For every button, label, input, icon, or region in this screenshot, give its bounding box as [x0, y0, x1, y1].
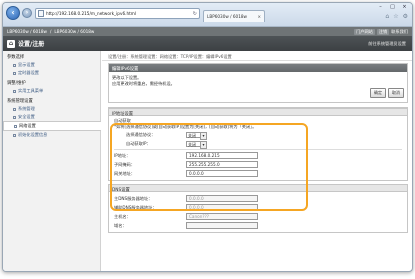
gear-icon[interactable]: ⚙: [403, 13, 408, 20]
browser-tab[interactable]: LBP6030w / 6018w ×: [203, 10, 265, 22]
sidebar-item-utility[interactable]: 实用工具菜单: [3, 87, 100, 95]
ip-settings-label: IP地址设置: [109, 108, 407, 117]
sidebar-item-init[interactable]: 初始化设置信息: [3, 131, 100, 139]
minimize-icon[interactable]: –: [375, 4, 386, 11]
bullet-icon: [14, 124, 17, 128]
logout-link[interactable]: 注销: [376, 28, 390, 35]
instruction-text-2: 应用更改时将重启，需经待机设。: [112, 81, 175, 86]
sidebar-item-display[interactable]: 显示设置: [3, 61, 100, 69]
star-icon[interactable]: ☆: [393, 13, 398, 20]
close-tab-icon[interactable]: ×: [257, 14, 261, 19]
sidebar-item-system[interactable]: 系统管理: [3, 105, 100, 113]
sidebar-item-network[interactable]: 网络设置: [3, 121, 101, 131]
browser-window: ‹ › http://192.168.0.215/m_network_ipv6.…: [2, 2, 413, 272]
domain-input[interactable]: [186, 222, 258, 229]
domain-label: 域名：: [114, 222, 127, 228]
admin-settings-link[interactable]: 前往系统管理员设置: [368, 41, 406, 47]
sidebar-section: 参数选择: [7, 55, 25, 60]
page-title: 设置/注册: [18, 41, 45, 48]
url-text: http://192.168.0.215/m_network_ipv6.html: [46, 11, 136, 16]
browser-toolbar: ‹ › http://192.168.0.215/m_network_ipv6.…: [3, 3, 412, 27]
model-name-2: LBP6030w / 6018w: [54, 29, 95, 34]
host-label: 主机名：: [114, 213, 131, 219]
address-bar[interactable]: http://192.168.0.215/m_network_ipv6.html…: [35, 8, 200, 19]
close-window-icon[interactable]: ×: [399, 4, 410, 11]
edit-panel: 编辑IPv6设置 更改以下设置。 应用更改时将重启，需经待机设。 确定 取消: [108, 63, 408, 103]
tab-title: LBP6030w / 6018w: [207, 14, 247, 19]
sidebar-item-security[interactable]: 安全设置: [3, 113, 100, 121]
sidebar-section: 系统管理设置: [7, 99, 33, 104]
back-icon[interactable]: ‹: [6, 6, 20, 20]
toolbar-icons: ⌂ ☆ ⚙: [385, 13, 408, 20]
action-buttons: 确定 取消: [370, 88, 404, 98]
host-input[interactable]: Canon???: [186, 213, 258, 220]
highlight-frame: [110, 123, 308, 211]
window-controls: – □ ×: [375, 4, 410, 11]
page-header: ⌂ 设置/注册 前往系统管理员设置: [3, 36, 412, 51]
bullet-icon: [13, 115, 16, 119]
maximize-icon[interactable]: □: [387, 4, 398, 11]
model-name: LBP6030w / 6018w: [7, 29, 47, 34]
portal-link[interactable]: 门户网站: [354, 28, 375, 35]
refresh-icon[interactable]: ↻: [193, 11, 197, 17]
bullet-icon: [13, 89, 16, 93]
cancel-button[interactable]: 取消: [388, 88, 404, 98]
bullet-icon: [13, 71, 16, 75]
bullet-icon: [13, 63, 16, 67]
edit-panel-title: 编辑IPv6设置: [109, 64, 407, 72]
breadcrumb: 设置/注册：系统管理设置：网络设置：TCP/IP设置：编辑IPv6设置: [102, 51, 412, 61]
bullet-icon: [13, 107, 16, 111]
sidebar-item-timer[interactable]: 定时器设置: [3, 69, 100, 77]
contact-link[interactable]: 联系我们: [391, 29, 408, 35]
sidebar: 参数选择 显示设置 定时器设置 调整/维护 实用工具菜单 系统管理设置 系统管理…: [3, 51, 101, 271]
sidebar-section: 调整/维护: [7, 81, 26, 86]
forward-icon[interactable]: ›: [22, 8, 32, 18]
page-icon: [38, 10, 44, 17]
home-icon[interactable]: ⌂: [385, 13, 389, 20]
top-bar: LBP6030w / 6018w / LBP6030w / 6018w 门户网站…: [3, 27, 412, 36]
home-icon[interactable]: ⌂: [7, 39, 15, 48]
bullet-icon: [13, 133, 16, 137]
top-links: 门户网站 注销 联系我们: [354, 28, 412, 35]
ok-button[interactable]: 确定: [370, 88, 386, 98]
